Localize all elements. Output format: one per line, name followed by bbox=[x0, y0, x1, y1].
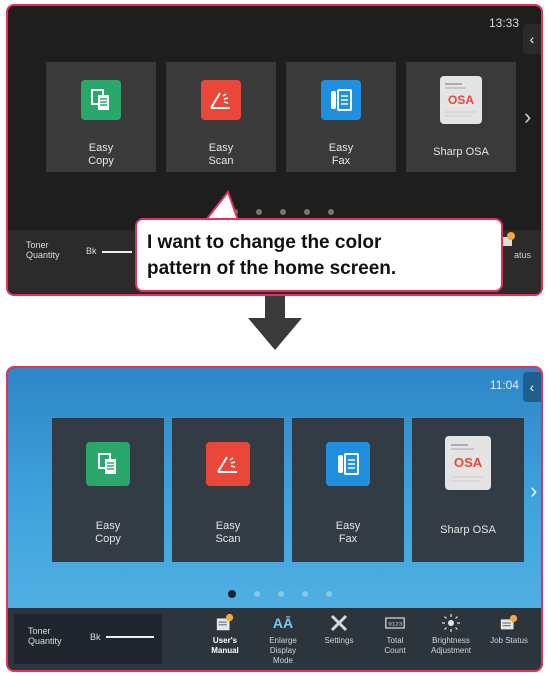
tile-label: Sharp OSA bbox=[440, 524, 496, 536]
tile-label: Fax bbox=[331, 155, 351, 167]
enlarge-display-button[interactable]: AĀ Enlarge Display Mode bbox=[256, 614, 310, 666]
toner-color-label: Bk bbox=[90, 632, 101, 642]
brightness-icon bbox=[441, 614, 461, 632]
tile-label: Easy bbox=[95, 520, 121, 532]
tile-easy-scan[interactable]: Easy Scan bbox=[172, 418, 284, 562]
tile-sharp-osa[interactable]: OSA Sharp OSA bbox=[406, 62, 516, 172]
clock: 13:33 bbox=[488, 16, 519, 30]
settings-button[interactable]: Settings bbox=[312, 614, 366, 646]
chevron-right-icon[interactable]: › bbox=[530, 478, 537, 504]
scan-icon bbox=[206, 442, 250, 486]
page-indicator bbox=[228, 590, 332, 598]
side-panel-toggle[interactable]: ‹ bbox=[523, 372, 541, 402]
tile-label: Easy bbox=[88, 142, 114, 154]
fax-icon bbox=[326, 442, 370, 486]
status-bar: Toner Quantity Bk User's Manual AĀ Enlar… bbox=[8, 608, 541, 670]
tile-label: Easy bbox=[335, 520, 361, 532]
home-screen-blue: 11:04 ‹ Easy Copy Easy Scan Easy Fax OSA… bbox=[6, 366, 543, 672]
bar-label: Job Status bbox=[490, 636, 528, 645]
svg-text:OSA: OSA bbox=[454, 455, 483, 470]
tile-easy-copy[interactable]: Easy Copy bbox=[52, 418, 164, 562]
bar-label: Brightness Adjustment bbox=[430, 636, 472, 655]
page-dot[interactable] bbox=[304, 209, 310, 215]
clock: 11:04 bbox=[489, 378, 519, 392]
svg-text:OSA: OSA bbox=[448, 93, 474, 107]
tile-easy-fax[interactable]: Easy Fax bbox=[286, 62, 396, 172]
page-dot[interactable] bbox=[278, 591, 284, 597]
osa-icon: OSA bbox=[440, 76, 482, 124]
job-status-label[interactable]: atus bbox=[514, 250, 531, 260]
toner-level-bar bbox=[102, 251, 132, 253]
bar-label: Total Count bbox=[384, 636, 406, 655]
job-status-icon bbox=[499, 614, 519, 632]
manual-icon bbox=[215, 613, 235, 632]
bar-label: Enlarge Display Mode bbox=[269, 636, 297, 665]
toner-box: Toner Quantity Bk bbox=[14, 614, 162, 664]
bar-label: Settings bbox=[324, 636, 354, 645]
enlarge-text-icon: AĀ bbox=[272, 615, 294, 631]
tile-easy-copy[interactable]: Easy Copy bbox=[46, 62, 156, 172]
page-dot[interactable] bbox=[302, 591, 308, 597]
fax-icon bbox=[321, 80, 361, 120]
page-dot[interactable] bbox=[280, 209, 286, 215]
job-status-button[interactable]: Job Status bbox=[482, 614, 536, 646]
speech-callout: I want to change the color pattern of th… bbox=[135, 218, 503, 292]
scan-icon bbox=[201, 80, 241, 120]
chevron-left-icon: ‹ bbox=[529, 379, 535, 395]
tile-label: Sharp OSA bbox=[433, 146, 489, 158]
tile-label: Copy bbox=[95, 533, 121, 545]
tile-label: Fax bbox=[338, 533, 358, 545]
tile-label: Easy bbox=[215, 520, 241, 532]
page-indicator bbox=[232, 209, 334, 215]
page-dot[interactable] bbox=[326, 591, 332, 597]
toner-color-label: Bk bbox=[86, 246, 97, 256]
tile-label: Copy bbox=[88, 155, 114, 167]
tile-label: Easy bbox=[208, 142, 234, 154]
tile-label: Scan bbox=[215, 533, 241, 545]
total-count-button[interactable]: 0123 Total Count bbox=[368, 614, 422, 656]
copy-icon bbox=[86, 442, 130, 486]
tile-sharp-osa[interactable]: OSA Sharp OSA bbox=[412, 418, 524, 562]
tile-label: Easy bbox=[328, 142, 354, 154]
tile-easy-scan[interactable]: Easy Scan bbox=[166, 62, 276, 172]
page-dot-active[interactable] bbox=[228, 590, 236, 598]
tile-easy-fax[interactable]: Easy Fax bbox=[292, 418, 404, 562]
copy-icon bbox=[81, 80, 121, 120]
toner-label: Toner Quantity bbox=[28, 626, 62, 646]
side-panel-toggle[interactable]: ‹ bbox=[523, 24, 541, 54]
arrow-down-icon bbox=[248, 296, 302, 350]
chevron-right-icon[interactable]: › bbox=[524, 104, 531, 130]
svg-text:0123: 0123 bbox=[388, 621, 402, 628]
counter-icon: 0123 bbox=[385, 614, 405, 632]
toner-level-bar bbox=[106, 636, 154, 638]
callout-text-line: pattern of the home screen. bbox=[147, 258, 397, 279]
callout-text-line: I want to change the color bbox=[147, 232, 382, 253]
chevron-left-icon: ‹ bbox=[529, 31, 535, 47]
page-dot[interactable] bbox=[328, 209, 334, 215]
settings-icon bbox=[329, 614, 349, 632]
toner-label: Toner Quantity bbox=[26, 240, 60, 260]
page-dot[interactable] bbox=[254, 591, 260, 597]
osa-icon: OSA bbox=[445, 436, 491, 490]
brightness-button[interactable]: Brightness Adjustment bbox=[424, 614, 478, 656]
tile-label: Scan bbox=[208, 155, 234, 167]
bar-label: User's Manual bbox=[211, 636, 239, 655]
page-dot[interactable] bbox=[256, 209, 262, 215]
users-manual-button[interactable]: User's Manual bbox=[198, 613, 252, 656]
